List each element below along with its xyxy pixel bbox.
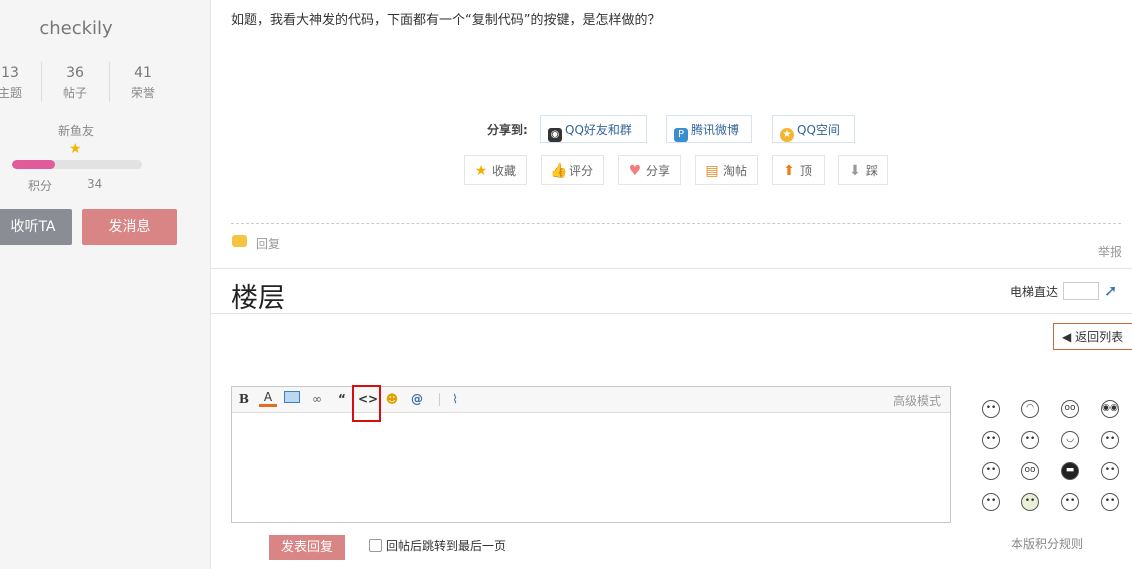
smiley-icon[interactable]: •• <box>1101 493 1119 511</box>
share-label: 分享到: <box>487 123 528 137</box>
elevator-input[interactable] <box>1063 282 1099 300</box>
smiley-icon[interactable]: oo <box>1061 400 1079 418</box>
divider <box>231 223 1121 224</box>
collect-thread-button[interactable]: ▤ 淘帖 <box>695 155 758 185</box>
highlight-box <box>352 385 381 422</box>
star-icon: ★ <box>474 163 488 179</box>
reply-icon <box>232 235 247 247</box>
stat-topics-label: 主题 <box>0 86 22 100</box>
smiley-icon[interactable]: ☻ <box>383 391 401 408</box>
username[interactable]: checkily <box>0 18 152 39</box>
upvote-label: 顶 <box>800 164 813 178</box>
share-qzone-button[interactable]: ★ QQ空间 <box>772 115 855 143</box>
upvote-button[interactable]: ⬆ 顶 <box>772 155 825 185</box>
back-to-list-button[interactable]: ◀ 返回列表 <box>1053 323 1132 350</box>
jump-to-last-checkbox[interactable] <box>369 539 382 552</box>
smiley-icon[interactable]: •• <box>1101 431 1119 449</box>
attachment-icon[interactable]: ⌇ <box>446 391 464 408</box>
stat-topics-value: 13 <box>1 65 19 81</box>
rate-button[interactable]: 👍 评分 <box>541 155 604 185</box>
points-value: 34 <box>87 177 103 191</box>
qzone-icon: ★ <box>780 128 794 142</box>
image-icon[interactable] <box>283 391 301 408</box>
qq-icon: ◉ <box>548 128 562 142</box>
submit-reply-button[interactable]: 发表回复 <box>269 535 345 560</box>
downvote-button[interactable]: ⬇ 踩 <box>838 155 888 185</box>
elevator-label: 电梯直达 <box>1010 285 1059 299</box>
stat-honors-value: 41 <box>134 65 152 81</box>
tray-icon: ▤ <box>705 163 719 179</box>
smiley-icon[interactable]: •• <box>982 493 1000 511</box>
smiley-icon[interactable]: •• <box>982 431 1000 449</box>
arrow-up-icon: ⬆ <box>783 163 795 179</box>
points-rules-link[interactable]: 本版积分规则 <box>1011 535 1083 552</box>
points-progress-bar <box>12 160 142 169</box>
jump-to-last-label[interactable]: 回帖后跳转到最后一页 <box>386 537 506 554</box>
divider <box>211 268 1132 269</box>
collect-thread-label: 淘帖 <box>723 164 748 178</box>
smiley-icon[interactable]: •• <box>1021 431 1039 449</box>
share-tencent-weibo-button[interactable]: P 腾讯微博 <box>666 115 752 143</box>
toolbar-separator <box>439 393 440 406</box>
favorite-button[interactable]: ★ 收藏 <box>464 155 527 185</box>
smiley-icon[interactable]: •• <box>1101 462 1119 480</box>
share-tencent-weibo-label: 腾讯微博 <box>691 123 740 137</box>
stat-posts-value: 36 <box>66 65 84 81</box>
font-color-icon[interactable]: A <box>259 391 277 407</box>
arrow-down-icon: ⬇ <box>849 163 861 179</box>
points-label: 积分 <box>28 179 53 193</box>
tencent-weibo-icon: P <box>674 128 688 142</box>
editor-toolbar: B A ∞ “ <> ☻ @ ⌇ 高级模式 <box>232 387 950 413</box>
elevator-go-icon[interactable]: ➚ <box>1104 281 1117 300</box>
share-button[interactable]: ♥ 分享 <box>618 155 681 185</box>
floor-title: 楼层 <box>231 283 285 314</box>
divider <box>211 313 1132 314</box>
send-message-button[interactable]: 发消息 <box>82 209 177 245</box>
back-to-list-label: 返回列表 <box>1075 330 1124 344</box>
stat-honors[interactable]: 41 荣誉 <box>108 64 178 101</box>
link-icon[interactable]: ∞ <box>308 391 326 408</box>
rate-label: 评分 <box>569 164 594 178</box>
smiley-icon[interactable]: ◡ <box>1061 431 1079 449</box>
caret-left-icon: ◀ <box>1062 330 1072 344</box>
listen-button[interactable]: 收听TA <box>0 209 72 245</box>
user-level: 新鱼友 <box>57 124 94 138</box>
post-body: 如题，我看大神发的代码，下面都有一个“复制代码”的按键，是怎样做的？ <box>231 13 661 28</box>
smiley-icon[interactable]: •• <box>1061 493 1079 511</box>
stat-topics[interactable]: 13 主题 <box>0 64 45 101</box>
quote-icon[interactable]: “ <box>333 391 351 408</box>
stat-posts-label: 帖子 <box>62 86 87 100</box>
report-link[interactable]: 举报 <box>1098 243 1122 260</box>
advanced-mode-link[interactable]: 高级模式 <box>893 392 941 409</box>
star-icon: ★ <box>69 141 82 157</box>
bold-icon[interactable]: B <box>235 391 253 408</box>
at-icon[interactable]: @ <box>408 391 426 408</box>
share-qzone-label: QQ空间 <box>797 123 840 137</box>
share-label-action: 分享 <box>646 164 671 178</box>
downvote-label: 踩 <box>866 164 879 178</box>
reply-link[interactable]: 回复 <box>256 235 280 252</box>
smiley-icon[interactable]: ◉◉ <box>1101 400 1119 418</box>
smiley-icon[interactable]: •• <box>1021 493 1039 511</box>
smiley-icon[interactable]: ◠ <box>1021 400 1039 418</box>
stat-honors-label: 荣誉 <box>130 86 155 100</box>
smiley-icon[interactable]: oo <box>1021 462 1039 480</box>
smiley-icon[interactable]: •• <box>982 400 1000 418</box>
heart-icon: ♥ <box>628 163 642 179</box>
share-qq-friends-label: QQ好友和群 <box>565 123 632 137</box>
stat-posts[interactable]: 36 帖子 <box>40 64 110 101</box>
thumbs-up-icon: 👍 <box>550 163 568 179</box>
points-progress-fill <box>12 160 55 169</box>
favorite-label: 收藏 <box>492 164 517 178</box>
sunglasses-smiley-icon[interactable]: ▬ <box>1061 462 1079 480</box>
reply-editor[interactable]: B A ∞ “ <> ☻ @ ⌇ 高级模式 <box>231 386 951 523</box>
smiley-icon[interactable]: •• <box>982 462 1000 480</box>
share-qq-friends-button[interactable]: ◉ QQ好友和群 <box>540 115 647 143</box>
